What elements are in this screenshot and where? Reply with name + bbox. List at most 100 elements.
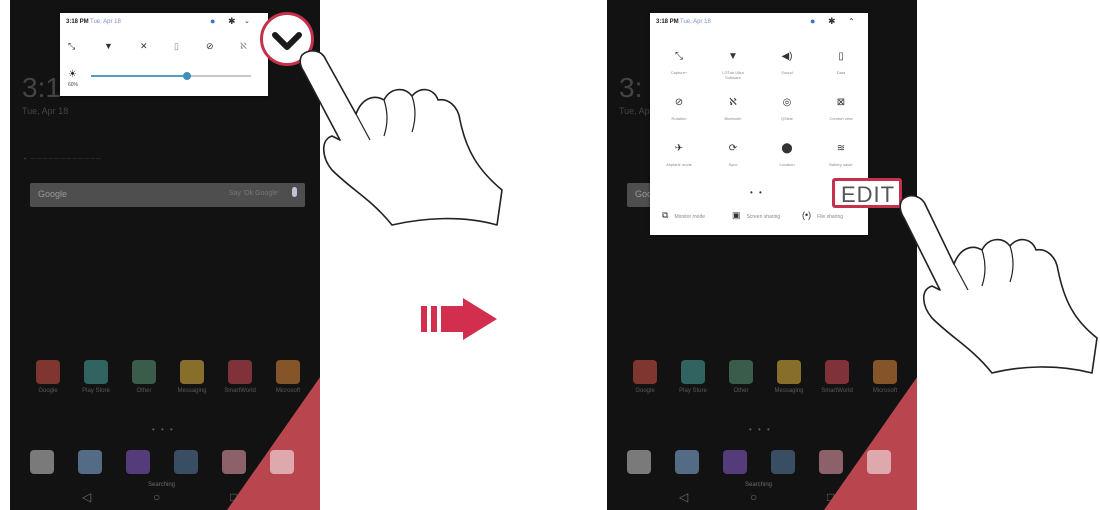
back-icon[interactable]: ◁ [679, 490, 688, 504]
qslide-icon: ◎ [782, 97, 792, 108]
brightness-percent: 60% [68, 82, 79, 88]
data-icon: ▯ [838, 51, 844, 62]
app-icon [84, 360, 108, 384]
dock-app-icon[interactable] [627, 450, 651, 474]
capture-tile[interactable]: ⤡ Capture+ [652, 51, 706, 75]
bluetooth-icon[interactable]: ℵ [240, 41, 247, 52]
dock-app-icon[interactable] [723, 450, 747, 474]
notification-shade: 3:18 PM Tue, Apr 18 ● ✱ ⌄ ⤡ ▼ ✕ ▯ ⊘ ℵ ☀ … [60, 13, 268, 96]
dock-app-icon[interactable] [30, 450, 54, 474]
tile-label: Data [836, 70, 846, 75]
dock-app-icon[interactable] [78, 450, 102, 474]
bluetooth-icon: ℵ [729, 97, 737, 108]
wifi-icon[interactable]: ▼ [104, 41, 113, 51]
home-icon[interactable]: ○ [153, 490, 160, 504]
dock-app-icon[interactable] [222, 450, 246, 474]
compress-icon[interactable]: ⤡ [68, 41, 75, 52]
dock-app-icon[interactable] [675, 450, 699, 474]
comfort-view-tile[interactable]: ⊠ Comfort view [814, 97, 868, 121]
battery-saver-tile[interactable]: ≋ Battery saver [814, 143, 868, 167]
transition-arrow-icon [421, 298, 497, 340]
sync-icon: ⟳ [728, 143, 738, 154]
user-icon[interactable]: ● [810, 16, 815, 26]
dock-app-icon[interactable] [867, 450, 891, 474]
dock-app-icon[interactable] [270, 450, 294, 474]
navigation-bar: ◁ ○ □ [10, 490, 320, 506]
page-indicator: • • [750, 188, 764, 197]
brightness-knob[interactable] [183, 72, 191, 80]
file-sharing-icon: (•) [802, 210, 812, 220]
collapse-chevron-icon[interactable]: ⌃ [848, 17, 855, 26]
dock-app-icon[interactable] [126, 450, 150, 474]
tile-label: Bluetooth [724, 116, 742, 121]
tile-label: Airplane mode [666, 162, 692, 167]
brightness-track[interactable] [91, 72, 251, 80]
monitor-mode-option[interactable]: ⧉ Monitor mode [662, 210, 705, 221]
status-date: Tue, Apr 18 [680, 19, 711, 25]
expand-chevron-icon[interactable]: ⌄ [244, 17, 250, 25]
app-icon [633, 360, 657, 384]
quick-settings-row: ⤡ ▼ ✕ ▯ ⊘ ℵ [68, 41, 258, 55]
tile-label: Sync [728, 162, 738, 167]
recents-icon[interactable]: □ [230, 490, 237, 504]
app-icon [729, 360, 753, 384]
dock-label: Searching [745, 482, 773, 488]
app-shortcut[interactable]: Microsoft [258, 360, 318, 394]
location-icon: ⬤ [781, 143, 793, 154]
wifi-icon: ▼ [728, 51, 738, 62]
file-sharing-option[interactable]: (•) File sharing [802, 210, 843, 220]
comfort-view-icon: ⊠ [836, 97, 846, 108]
home-icon[interactable]: ○ [750, 490, 757, 504]
dock-label: Searching [148, 482, 176, 488]
back-icon[interactable]: ◁ [82, 490, 91, 504]
rotation-icon: ⊘ [674, 97, 684, 108]
rotation-tile[interactable]: ⊘ Rotation [652, 97, 706, 121]
battery-saver-icon: ≋ [836, 143, 846, 154]
airplane-mode-tile[interactable]: ✈ Airplane mode [652, 143, 706, 167]
screen-sharing-option[interactable]: ▣ Screen sharing [732, 210, 780, 221]
app-icon [825, 360, 849, 384]
dock-app-icon[interactable] [771, 450, 795, 474]
rotation-lock-icon[interactable]: ⊘ [206, 41, 214, 52]
brightness-fill [91, 75, 187, 77]
wifi-tile[interactable]: ▼ LGTab-Ultra Software [706, 51, 760, 80]
tile-label: QSlide [780, 116, 793, 121]
location-tile[interactable]: ⬤ Location [760, 143, 814, 167]
page-indicator: • • • [749, 425, 772, 434]
brightness-slider[interactable]: ☀ 60% [68, 69, 258, 89]
pointing-hand-icon [299, 50, 503, 226]
user-icon[interactable]: ● [210, 16, 215, 26]
silent-icon[interactable]: ✕ [140, 41, 148, 52]
tile-label: Battery saver [829, 162, 853, 167]
settings-icon[interactable]: ✱ [828, 16, 836, 27]
option-label: Monitor mode [674, 214, 706, 220]
sync-tile[interactable]: ⟳ Sync [706, 143, 760, 167]
app-icon [777, 360, 801, 384]
capture-icon: ⤡ [675, 51, 683, 62]
recents-icon[interactable]: □ [827, 490, 834, 504]
bluetooth-tile[interactable]: ℵ Bluetooth [706, 97, 760, 121]
sound-icon: ◀) [781, 51, 793, 62]
brightness-icon: ☀ [68, 69, 77, 80]
dock-app-icon[interactable] [174, 450, 198, 474]
tile-label: Location [779, 162, 795, 167]
data-icon[interactable]: ▯ [174, 41, 179, 52]
dock-app-icon[interactable] [819, 450, 843, 474]
pointing-hand-icon [899, 194, 1098, 374]
settings-icon[interactable]: ✱ [228, 16, 236, 27]
app-icon [228, 360, 252, 384]
navigation-bar: ◁ ○ □ [607, 490, 917, 506]
sound-tile[interactable]: ◀) Sound [760, 51, 814, 75]
google-search-bar[interactable]: Google Say 'Ok Google' [30, 183, 305, 207]
qslide-tile[interactable]: ◎ QSlide [760, 97, 814, 121]
app-icon [36, 360, 60, 384]
tile-label: Rotation [671, 116, 687, 121]
widget-divider: • ──────────── [24, 156, 102, 163]
search-hint: Say 'Ok Google' [228, 190, 279, 197]
data-tile[interactable]: ▯ Data [814, 51, 868, 75]
tile-sublabel: Software [725, 75, 741, 80]
lockscreen-clock: 3:1 [22, 72, 61, 103]
status-time: 3:18 PM [656, 19, 679, 25]
google-logo: Google [38, 189, 68, 199]
airplane-icon: ✈ [674, 143, 684, 154]
